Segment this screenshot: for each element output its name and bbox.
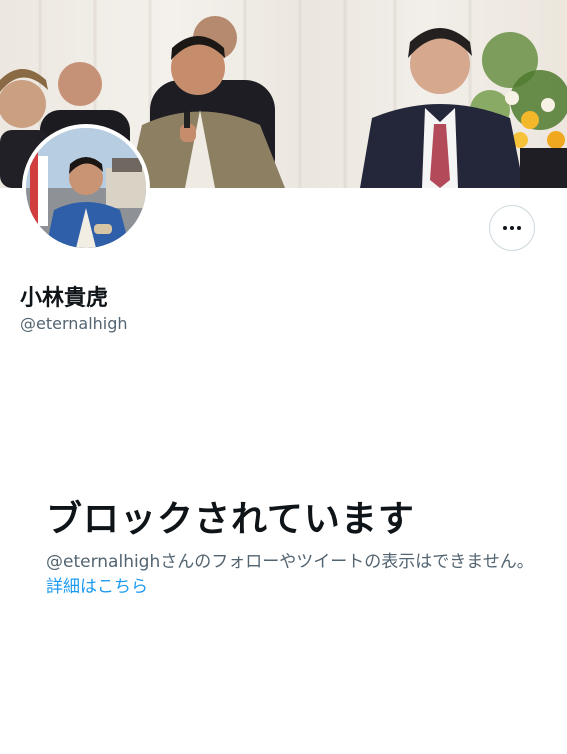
learn-more-link[interactable]: 詳細はこちら [46, 577, 148, 597]
blocked-title: ブロックされています [46, 499, 415, 540]
more-options-button[interactable] [489, 205, 535, 251]
blocked-message: @eternalhighさんのフォローやツイートの表示はできません。 [46, 552, 534, 572]
username-handle: @eternalhigh [20, 314, 128, 333]
more-options-icon [503, 226, 521, 230]
avatar-photo [26, 128, 146, 248]
profile-avatar[interactable] [22, 124, 150, 252]
blocked-description: @eternalhighさんのフォローやツイートの表示はできません。詳細はこちら [46, 550, 536, 600]
display-name: 小林貴虎 [20, 286, 109, 311]
